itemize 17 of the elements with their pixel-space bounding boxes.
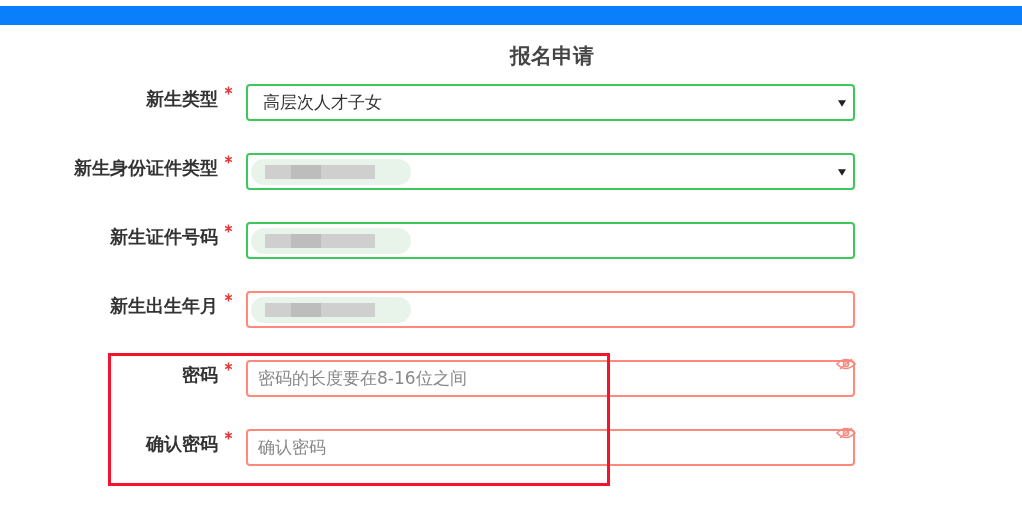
- eye-icon[interactable]: [836, 358, 856, 370]
- select-field[interactable]: [246, 153, 855, 190]
- input-field[interactable]: [246, 291, 855, 328]
- field-label: 确认密码: [146, 432, 218, 456]
- select-field[interactable]: 高层次人才子女: [246, 84, 855, 121]
- password-field[interactable]: 确认密码: [246, 429, 855, 466]
- password-field[interactable]: 密码的长度要在8-16位之间: [246, 360, 855, 397]
- field-label: 新生类型: [146, 87, 218, 111]
- field-label: 密码: [182, 363, 218, 387]
- input-field[interactable]: [246, 222, 855, 259]
- form-title: 报名申请: [508, 43, 595, 70]
- field-label: 新生身份证件类型: [74, 156, 218, 180]
- field-label: 新生出生年月: [110, 294, 218, 318]
- caret-icon: [838, 169, 846, 176]
- field-label: 新生证件号码: [110, 225, 218, 249]
- eye-icon[interactable]: [836, 427, 856, 439]
- caret-icon: [838, 100, 846, 107]
